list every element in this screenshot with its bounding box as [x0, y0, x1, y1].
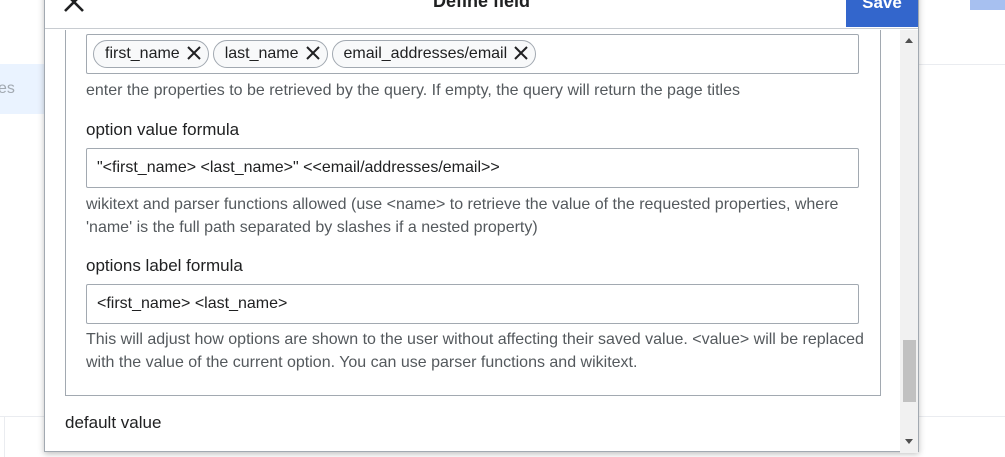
- tag-item: email_addresses/email: [331, 40, 537, 68]
- tag-label: email_addresses/email: [343, 45, 508, 62]
- tag-label: first_name: [105, 45, 180, 62]
- scroll-up-arrow-icon[interactable]: [900, 32, 918, 48]
- tag-item: first_name: [93, 40, 209, 68]
- remove-tag-icon[interactable]: [513, 44, 529, 60]
- save-button[interactable]: Save: [846, 0, 918, 27]
- dialog-scrollbar[interactable]: [900, 30, 918, 453]
- scroll-down-arrow-icon[interactable]: [900, 434, 918, 450]
- option-value-formula-input[interactable]: "<first_name> <last_name>" <<email/addre…: [86, 148, 859, 188]
- define-field-dialog: Define field Save printouts first_name l…: [44, 0, 919, 453]
- options-label-formula-input[interactable]: <first_name> <last_name>: [86, 284, 859, 324]
- remove-tag-icon[interactable]: [305, 44, 321, 60]
- options-label-formula-label: options label formula: [86, 256, 243, 275]
- dialog-title: Define field: [432, 0, 530, 11]
- printouts-tag-input[interactable]: first_name last_name email_addresses/ema…: [86, 34, 859, 74]
- background-button: [970, 0, 1005, 10]
- option-value-formula-label: option value formula: [86, 120, 240, 139]
- background-separator: [4, 417, 5, 457]
- default-value-label: default value: [65, 413, 162, 432]
- printouts-help: enter the properties to be retrieved by …: [86, 82, 740, 99]
- tag-item: last_name: [212, 40, 328, 68]
- background-tab-label: es: [0, 80, 15, 97]
- option-value-formula-help: wikitext and parser functions allowed (u…: [86, 196, 839, 236]
- remove-tag-icon[interactable]: [186, 44, 202, 60]
- dialog-header: Define field Save: [45, 0, 918, 29]
- tag-label: last_name: [224, 45, 299, 62]
- options-label-formula-help: This will adjust how options are shown t…: [86, 331, 864, 371]
- scrollbar-thumb[interactable]: [903, 340, 916, 402]
- dialog-body: printouts first_name last_name email_add…: [45, 30, 918, 453]
